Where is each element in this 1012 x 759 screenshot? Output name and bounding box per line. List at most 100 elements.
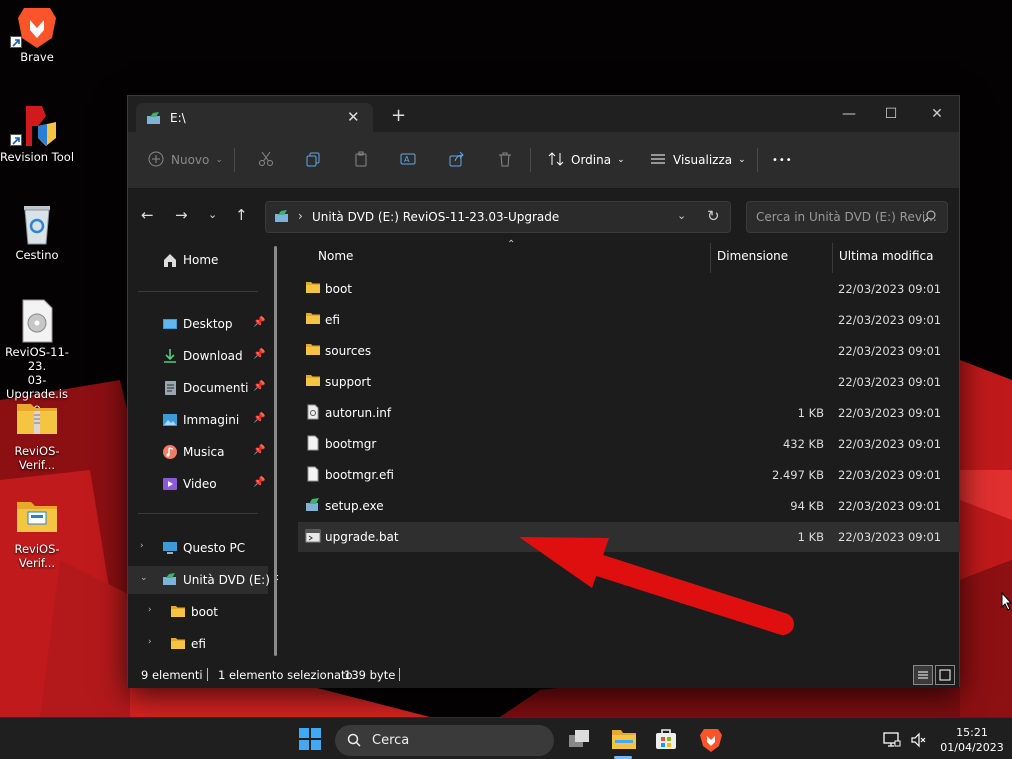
desktop-icon-recycle-bin[interactable]: Cestino — [0, 202, 76, 262]
table-row[interactable]: upgrade.bat 1 KB 22/03/2023 09:01 — [298, 522, 960, 552]
file-modified: 22/03/2023 09:01 — [838, 313, 942, 327]
file-modified: 22/03/2023 09:01 — [838, 437, 942, 451]
svg-text:A: A — [404, 155, 410, 164]
desktop-icon-label: ReviOS-Verif... — [14, 444, 60, 472]
share-button[interactable] — [449, 146, 465, 174]
details-view-button[interactable] — [913, 665, 933, 685]
taskbar-search[interactable]: Cerca — [335, 725, 554, 756]
sidebar-divider — [138, 291, 258, 292]
sidebar-item-desktop[interactable]: Desktop 📌 — [128, 310, 268, 338]
table-row[interactable]: support 22/03/2023 09:01 — [298, 367, 960, 397]
sidebar-item-video[interactable]: Video 📌 — [128, 470, 268, 498]
file-size: 2.497 KB — [771, 468, 824, 482]
column-header-size[interactable]: Dimensione — [717, 249, 788, 277]
task-view-button[interactable] — [567, 728, 591, 753]
sidebar-item-efi[interactable]: › efi — [128, 630, 268, 658]
chevron-right-icon[interactable]: › — [148, 605, 152, 615]
rename-button[interactable]: A — [400, 146, 416, 174]
search-input[interactable]: Cerca in Unità DVD (E:) Revi... — [756, 210, 937, 224]
desktop-icon-brave[interactable]: Brave — [0, 4, 76, 64]
folder-icon — [305, 342, 321, 358]
folder-icon — [16, 496, 58, 538]
column-divider[interactable] — [710, 243, 711, 273]
chevron-down-icon[interactable]: ⌄ — [677, 209, 686, 222]
up-arrow-icon[interactable]: ↑ — [235, 207, 248, 223]
chevron-right-icon[interactable]: › — [148, 637, 152, 647]
more-options-button[interactable]: ••• — [772, 146, 793, 174]
table-row[interactable]: setup.exe 94 KB 22/03/2023 09:01 — [298, 491, 960, 521]
new-tab-button[interactable]: + — [391, 107, 406, 125]
sidebar-item-pictures[interactable]: Immagini 📌 — [128, 406, 268, 434]
sidebar-item-this-pc[interactable]: › Questo PC — [128, 534, 268, 562]
table-row[interactable]: bootmgr.efi 2.497 KB 22/03/2023 09:01 — [298, 460, 960, 490]
start-button[interactable] — [299, 728, 321, 753]
column-divider[interactable] — [832, 243, 833, 273]
pin-icon: 📌 — [253, 477, 266, 488]
system-clock[interactable]: 15:21 01/04/2023 — [938, 725, 1006, 755]
pin-icon: 📌 — [253, 349, 266, 360]
task-view-icon — [569, 730, 589, 747]
file-name: sources — [325, 344, 372, 358]
sidebar-item-home[interactable]: Home — [128, 246, 268, 274]
new-button[interactable]: Nuovo ⌄ — [148, 146, 223, 174]
taskbar-brave[interactable] — [699, 727, 723, 756]
address-bar[interactable]: › Unità DVD (E:) ReviOS-11-23.03-Upgrade… — [265, 201, 731, 233]
recent-locations-chevron-icon[interactable]: ⌄ — [208, 207, 217, 223]
desktop-icon-revision-tool[interactable]: Revision Tool — [0, 104, 76, 164]
search-box[interactable]: Cerca in Unità DVD (E:) Revi... — [746, 201, 948, 233]
table-row[interactable]: autorun.inf 1 KB 22/03/2023 09:01 — [298, 398, 960, 428]
clock-date: 01/04/2023 — [940, 741, 1004, 754]
sidebar-item-music[interactable]: Musica 📌 — [128, 438, 268, 466]
delete-button[interactable] — [497, 146, 513, 174]
network-icon[interactable] — [883, 732, 901, 751]
batch-file-icon — [305, 528, 321, 544]
table-row[interactable]: sources 22/03/2023 09:01 — [298, 336, 960, 366]
table-row[interactable]: efi 22/03/2023 09:01 — [298, 305, 960, 335]
table-row[interactable]: boot 22/03/2023 09:01 — [298, 274, 960, 304]
minimize-button[interactable]: — — [826, 100, 872, 128]
taskbar-file-explorer[interactable] — [611, 727, 637, 754]
clipboard-icon — [353, 151, 369, 170]
chevron-down-icon[interactable]: ⌄ — [140, 573, 148, 583]
chevron-down-icon: ⌄ — [617, 155, 625, 165]
sidebar-item-documents[interactable]: Documenti 📌 — [128, 374, 268, 402]
plus-circle-icon — [148, 151, 164, 170]
paste-button[interactable] — [353, 146, 369, 174]
refresh-icon[interactable]: ↻ — [707, 207, 720, 225]
forward-arrow-icon[interactable]: → — [175, 207, 188, 223]
close-button[interactable]: ✕ — [914, 100, 960, 128]
breadcrumb[interactable]: Unità DVD (E:) ReviOS-11-23.03-Upgrade — [312, 210, 559, 224]
tab-close-icon[interactable]: ✕ — [347, 108, 360, 126]
sidebar-item-boot[interactable]: › boot — [128, 598, 268, 626]
sidebar-item-dvd-drive[interactable]: ⌄ Unità DVD (E:) R — [128, 566, 278, 594]
view-button[interactable]: Visualizza ⌄ — [650, 146, 746, 174]
cut-button[interactable] — [258, 146, 274, 174]
desktop-icon-zip-folder[interactable]: ReviOS-Verif... — [0, 398, 76, 472]
maximize-button[interactable]: ☐ — [868, 100, 914, 128]
view-label: Visualizza — [673, 153, 733, 167]
tiles-view-button[interactable] — [935, 665, 955, 685]
column-header-name[interactable]: Nome — [318, 249, 353, 277]
column-header-modified[interactable]: Ultima modifica — [839, 249, 934, 277]
table-row[interactable]: bootmgr 432 KB 22/03/2023 09:01 — [298, 429, 960, 459]
tab-e-drive[interactable]: E:\ ✕ — [136, 103, 373, 133]
sort-button[interactable]: Ordina ⌄ — [548, 146, 625, 174]
sidebar-item-label: boot — [191, 605, 219, 619]
file-explorer-icon — [612, 730, 636, 749]
shortcut-arrow-icon — [10, 134, 22, 146]
desktop-icon-folder[interactable]: ReviOS-Verif... — [0, 496, 76, 570]
sidebar-item-download[interactable]: Download 📌 — [128, 342, 268, 370]
folder-icon — [170, 636, 186, 652]
back-arrow-icon[interactable]: ← — [141, 207, 154, 223]
pin-icon: 📌 — [253, 445, 266, 456]
chevron-right-icon[interactable]: › — [140, 541, 144, 551]
taskbar-store[interactable] — [654, 727, 678, 754]
toolbar-divider — [530, 148, 531, 172]
sidebar-divider — [138, 513, 258, 514]
folder-icon — [305, 373, 321, 389]
sidebar-item-label: Documenti — [183, 381, 249, 395]
copy-button[interactable] — [305, 146, 321, 174]
folder-icon — [305, 311, 321, 327]
volume-muted-icon[interactable] — [910, 732, 928, 751]
sidebar-scrollbar[interactable] — [274, 246, 277, 656]
